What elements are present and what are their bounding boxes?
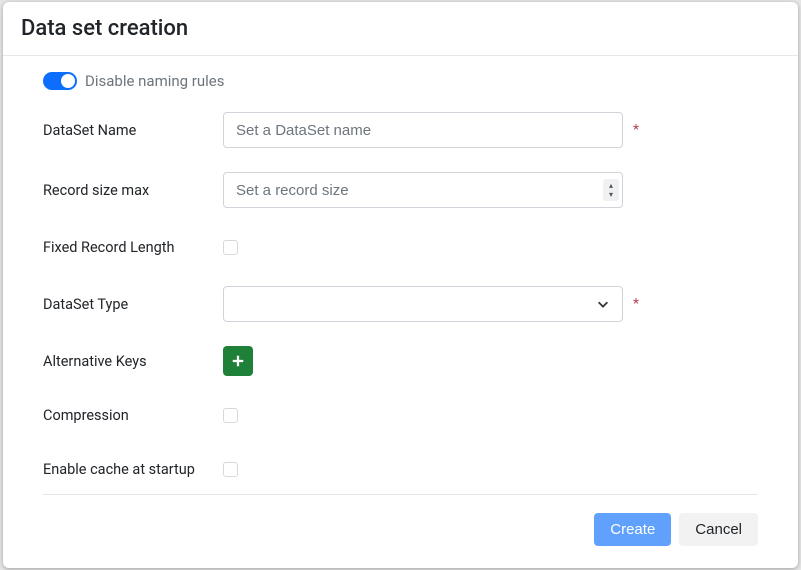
fixed-record-length-checkbox[interactable] <box>223 240 238 255</box>
chevron-up-icon: ▴ <box>609 181 613 190</box>
required-mark: * <box>633 122 639 138</box>
record-size-max-input[interactable] <box>223 172 623 208</box>
disable-naming-rules-row: Disable naming rules <box>43 72 758 90</box>
chevron-down-icon: ▾ <box>609 190 613 199</box>
control-dataset-type <box>223 286 623 322</box>
row-record-size-max: Record size max ▴ ▾ <box>43 172 758 208</box>
control-enable-cache <box>223 462 623 477</box>
compression-checkbox[interactable] <box>223 408 238 423</box>
dataset-name-input[interactable] <box>223 112 623 148</box>
disable-naming-rules-toggle[interactable] <box>43 72 77 90</box>
enable-cache-checkbox[interactable] <box>223 462 238 477</box>
dataset-type-select[interactable] <box>223 286 623 322</box>
create-button[interactable]: Create <box>594 513 671 546</box>
row-compression: Compression <box>43 400 758 430</box>
control-dataset-name <box>223 112 623 148</box>
control-compression <box>223 408 623 423</box>
control-fixed-record-length <box>223 240 623 255</box>
modal-footer: Create Cancel <box>43 495 758 546</box>
row-dataset-name: DataSet Name * <box>43 112 758 148</box>
label-compression: Compression <box>43 407 223 424</box>
modal-title: Data set creation <box>21 16 780 41</box>
label-enable-cache: Enable cache at startup <box>43 461 223 478</box>
label-dataset-name: DataSet Name <box>43 122 223 139</box>
label-fixed-record-length: Fixed Record Length <box>43 239 223 256</box>
row-dataset-type: DataSet Type * <box>43 286 758 322</box>
label-record-size-max: Record size max <box>43 182 223 199</box>
modal-header: Data set creation <box>3 2 798 56</box>
control-alternative-keys <box>223 346 623 376</box>
chevron-down-icon <box>596 297 610 311</box>
disable-naming-rules-label: Disable naming rules <box>85 72 225 90</box>
row-enable-cache: Enable cache at startup <box>43 454 758 484</box>
number-spinner[interactable]: ▴ ▾ <box>603 179 619 201</box>
cancel-button[interactable]: Cancel <box>679 513 758 546</box>
row-fixed-record-length: Fixed Record Length <box>43 232 758 262</box>
row-alternative-keys: Alternative Keys <box>43 346 758 376</box>
add-alternative-key-button[interactable] <box>223 346 253 376</box>
control-record-size-max: ▴ ▾ <box>223 172 623 208</box>
plus-icon <box>231 354 245 368</box>
label-alternative-keys: Alternative Keys <box>43 353 223 370</box>
label-dataset-type: DataSet Type <box>43 296 223 313</box>
modal-body: Disable naming rules DataSet Name * Reco… <box>3 56 798 568</box>
required-mark: * <box>633 296 639 312</box>
dataset-creation-modal: Data set creation Disable naming rules D… <box>3 2 798 568</box>
